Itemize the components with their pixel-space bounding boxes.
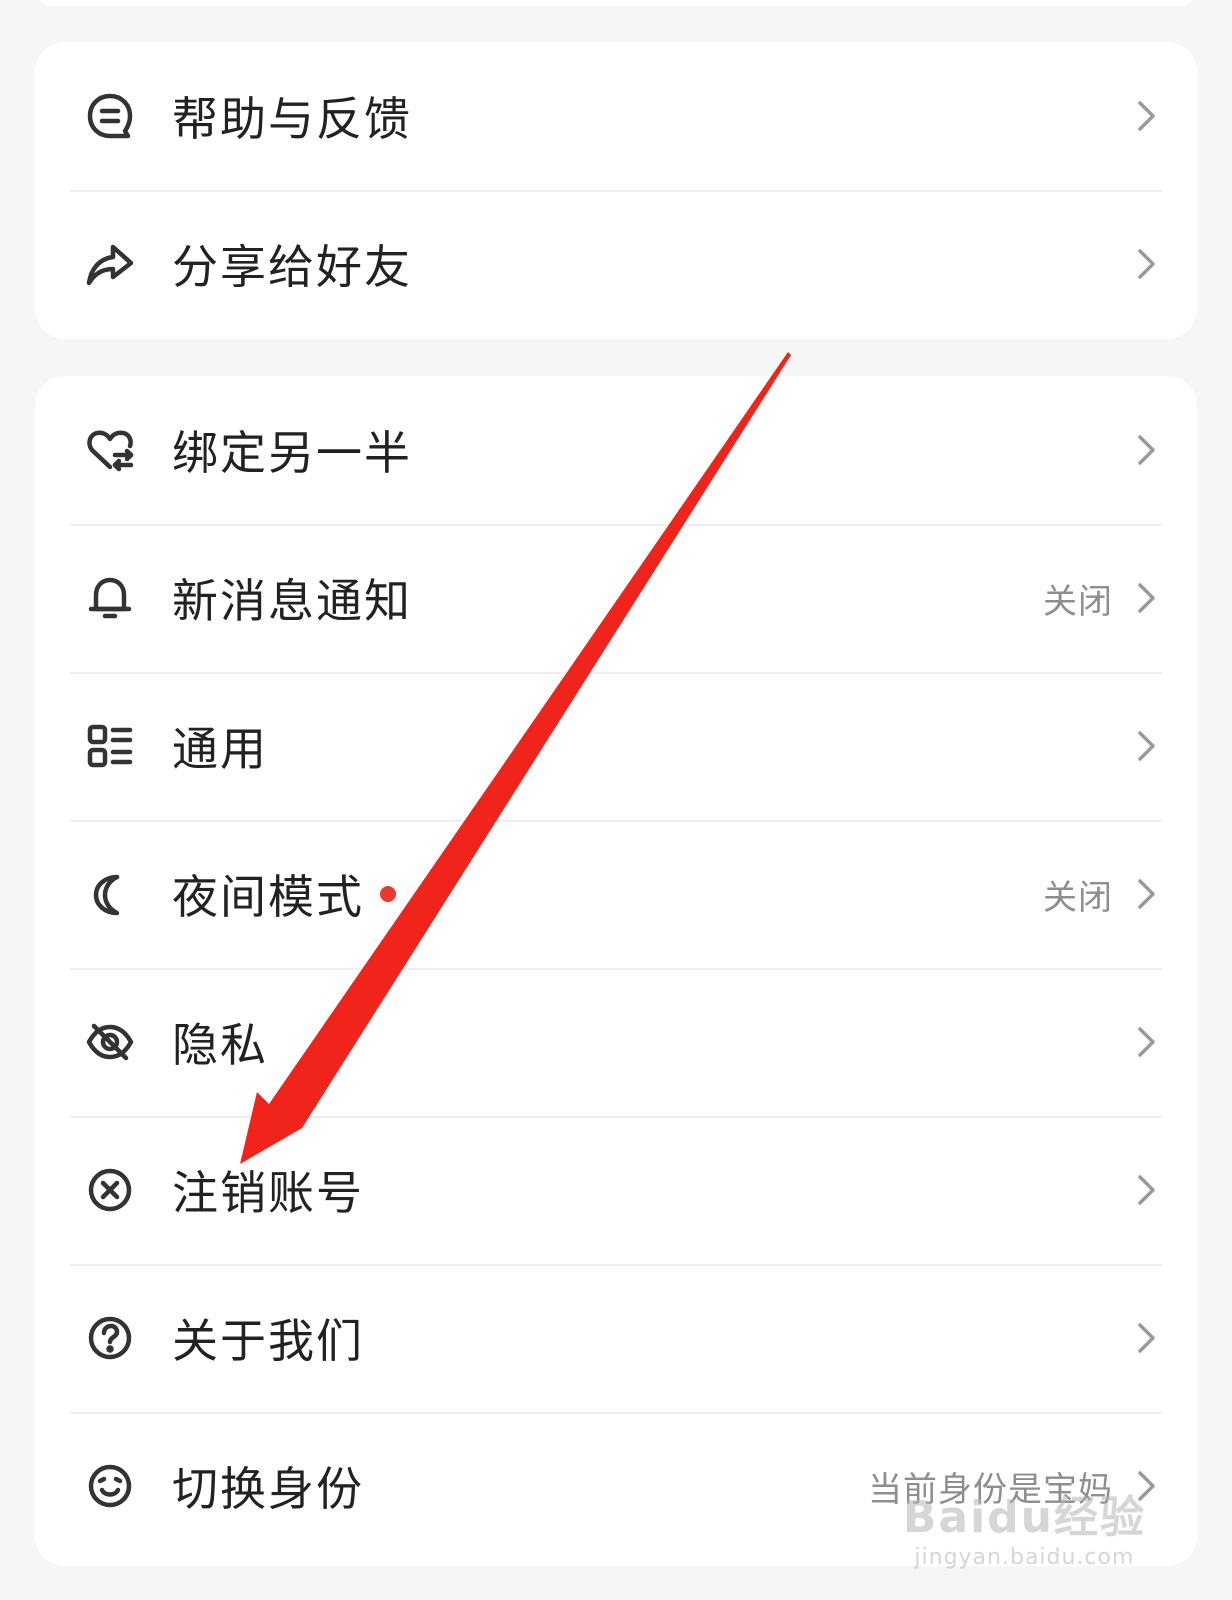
question-circle-icon <box>85 1313 135 1363</box>
row-deactivate-account[interactable]: 注销账号 <box>35 1116 1197 1264</box>
row-value: 当前身份是宝妈 <box>868 1469 1113 1510</box>
previous-card-edge <box>35 0 1197 6</box>
chevron-right-icon <box>1133 727 1159 765</box>
row-label: 通用 <box>172 722 268 776</box>
row-label: 绑定另一半 <box>172 426 412 480</box>
row-general[interactable]: 通用 <box>35 672 1197 820</box>
row-label: 切换身份 <box>172 1462 364 1516</box>
row-help[interactable]: 帮助与反馈 <box>35 42 1197 190</box>
row-share[interactable]: 分享给好友 <box>35 190 1197 338</box>
chevron-right-icon <box>1133 1319 1159 1357</box>
row-notifications[interactable]: 新消息通知 关闭 <box>35 524 1197 672</box>
chevron-right-icon <box>1133 1467 1159 1505</box>
row-privacy[interactable]: 隐私 <box>35 968 1197 1116</box>
chevron-right-icon <box>1133 579 1159 617</box>
row-label: 隐私 <box>172 1018 268 1072</box>
row-night-mode[interactable]: 夜间模式 关闭 <box>35 820 1197 968</box>
row-switch-identity[interactable]: 切换身份 当前身份是宝妈 <box>35 1412 1197 1560</box>
chevron-right-icon <box>1133 431 1159 469</box>
row-value: 关闭 <box>1043 877 1113 918</box>
settings-group-general: 绑定另一半 新消息通知 关闭 通用 夜间模式 关闭 隐私 注销账号 关于我们 切… <box>35 376 1197 1566</box>
bell-icon <box>85 573 135 623</box>
close-circle-icon <box>85 1165 135 1215</box>
moon-icon <box>85 869 135 919</box>
chevron-right-icon <box>1133 875 1159 913</box>
row-label: 夜间模式 <box>172 870 364 924</box>
row-label: 帮助与反馈 <box>172 92 412 146</box>
eye-off-icon <box>85 1017 135 1067</box>
share-icon <box>85 239 135 289</box>
row-label: 分享给好友 <box>172 240 412 294</box>
settings-group-support: 帮助与反馈 分享给好友 <box>35 42 1197 339</box>
heart-bind-icon <box>85 425 135 475</box>
row-label: 新消息通知 <box>172 574 412 628</box>
chevron-right-icon <box>1133 97 1159 135</box>
list-grid-icon <box>85 721 135 771</box>
chevron-right-icon <box>1133 1023 1159 1061</box>
row-label: 关于我们 <box>172 1314 364 1368</box>
feedback-icon <box>85 91 135 141</box>
new-badge-dot <box>380 886 396 902</box>
row-about-us[interactable]: 关于我们 <box>35 1264 1197 1412</box>
row-value: 关闭 <box>1043 581 1113 622</box>
chevron-right-icon <box>1133 245 1159 283</box>
row-bind-partner[interactable]: 绑定另一半 <box>35 376 1197 524</box>
face-icon <box>85 1461 135 1511</box>
row-label: 注销账号 <box>172 1166 364 1220</box>
chevron-right-icon <box>1133 1171 1159 1209</box>
